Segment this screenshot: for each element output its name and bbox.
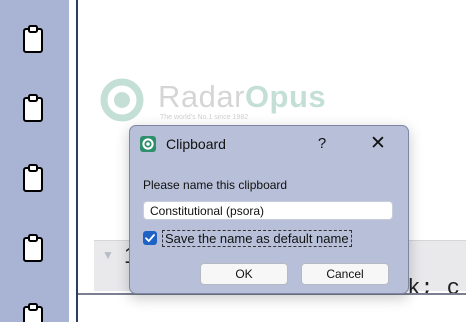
dialog-titlebar[interactable]: Clipboard ? ✕ [130, 126, 408, 162]
clipboard-icon[interactable] [22, 163, 44, 193]
radaropus-app-icon [140, 136, 156, 152]
bottom-area [78, 295, 466, 322]
clipboard-name-input[interactable] [143, 201, 393, 220]
clipboard-dialog: Clipboard ? ✕ Please name this clipboard… [129, 125, 409, 294]
clipboard-icon[interactable] [22, 233, 44, 263]
clipboard-icon[interactable] [22, 24, 44, 54]
radaropus-logo: RadarOpus The world's No.1 since 1982 [100, 78, 360, 126]
name-prompt-label: Please name this clipboard [143, 178, 288, 192]
cancel-button[interactable]: Cancel [301, 263, 389, 285]
logo-name: RadarOpus [158, 79, 327, 114]
default-name-checkbox[interactable] [143, 231, 157, 245]
radaropus-logo-icon [100, 78, 144, 122]
default-name-checkbox-label[interactable]: Save the name as default name [162, 230, 352, 247]
expand-triangle-icon[interactable]: ▼ [102, 248, 114, 262]
ok-button[interactable]: OK [200, 263, 288, 285]
dialog-title: Clipboard [166, 136, 226, 152]
help-button[interactable]: ? [312, 134, 332, 154]
checkmark-icon [145, 234, 155, 242]
clipboard-icon[interactable] [22, 93, 44, 123]
close-button[interactable]: ✕ [366, 134, 390, 154]
clipboard-sidebar [0, 0, 69, 322]
logo-tagline: The world's No.1 since 1982 [160, 114, 249, 121]
clipboard-icon[interactable] [22, 302, 44, 322]
